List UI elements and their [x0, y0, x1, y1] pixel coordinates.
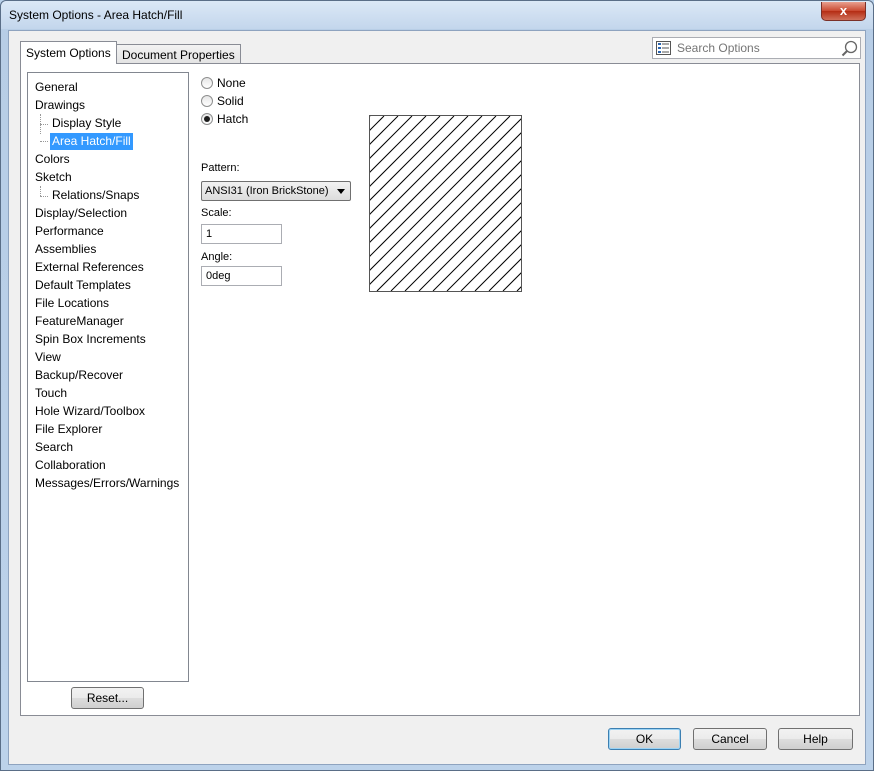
close-button[interactable]: x [821, 2, 866, 21]
tree-item-general[interactable]: General [33, 79, 80, 96]
tree-item-file-explorer[interactable]: File Explorer [33, 421, 104, 438]
tree-item-external-references[interactable]: External References [33, 259, 146, 276]
tree-item-sketch[interactable]: Sketch [33, 169, 74, 186]
options-tree[interactable]: General Drawings Display Style Area Hatc… [27, 72, 189, 682]
tree-item-touch[interactable]: Touch [33, 385, 69, 402]
tree-item-relations-snaps[interactable]: Relations/Snaps [50, 187, 141, 204]
tree-item-file-locations[interactable]: File Locations [33, 295, 111, 312]
tree-connector [40, 186, 41, 196]
radio-label: Solid [217, 94, 244, 108]
tree-item-messages-errors-warnings[interactable]: Messages/Errors/Warnings [33, 475, 181, 492]
window-title: System Options - Area Hatch/Fill [9, 8, 183, 22]
pattern-label: Pattern: [201, 162, 240, 174]
tree-item-display-style[interactable]: Display Style [50, 115, 123, 132]
hatch-pattern-graphic [370, 116, 521, 291]
radio-circle-icon [201, 95, 213, 107]
ok-button[interactable]: OK [608, 728, 681, 750]
radio-circle-icon [201, 77, 213, 89]
tab-label: Document Properties [122, 48, 235, 62]
search-box [652, 37, 861, 59]
tab-document-properties[interactable]: Document Properties [116, 44, 241, 64]
tree-item-assemblies[interactable]: Assemblies [33, 241, 98, 258]
dialog-client: System Options Document Properties Searc… [8, 30, 866, 765]
options-panel: General Drawings Display Style Area Hatc… [20, 63, 860, 716]
tree-item-performance[interactable]: Performance [33, 223, 106, 240]
cancel-button[interactable]: Cancel [693, 728, 767, 750]
tree-item-default-templates[interactable]: Default Templates [33, 277, 133, 294]
magnifier-icon[interactable] [841, 40, 858, 57]
tab-system-options[interactable]: System Options [20, 41, 117, 64]
tab-label: System Options [26, 46, 111, 60]
radio-label: Hatch [217, 112, 249, 126]
tree-connector [40, 124, 48, 125]
help-button[interactable]: Help [778, 728, 853, 750]
tree-item-display-selection[interactable]: Display/Selection [33, 205, 129, 222]
angle-label: Angle: [201, 251, 233, 263]
tree-connector [40, 196, 48, 197]
scale-label: Scale: [201, 207, 232, 219]
radio-label: None [217, 76, 246, 90]
pattern-select[interactable]: ANSI31 (Iron BrickStone) [201, 181, 351, 201]
scale-input[interactable]: 1 [201, 224, 282, 244]
search-input[interactable] [675, 39, 835, 57]
angle-input[interactable]: 0deg [201, 266, 282, 286]
hatch-preview [369, 115, 522, 292]
tree-item-spin-box-increments[interactable]: Spin Box Increments [33, 331, 148, 348]
tree-item-view[interactable]: View [33, 349, 63, 366]
tree-item-drawings[interactable]: Drawings [33, 97, 87, 114]
tree-item-area-hatch-fill[interactable]: Area Hatch/Fill [50, 133, 133, 150]
tree-connector [40, 141, 48, 142]
options-dialog: System Options - Area Hatch/Fill x Syste… [0, 0, 874, 771]
tree-item-hole-wizard-toolbox[interactable]: Hole Wizard/Toolbox [33, 403, 147, 420]
close-icon: x [839, 3, 848, 18]
reset-button[interactable]: Reset... [71, 687, 144, 709]
search-options-icon[interactable] [656, 41, 671, 55]
tree-item-search[interactable]: Search [33, 439, 75, 456]
tree-item-colors[interactable]: Colors [33, 151, 72, 168]
title-bar[interactable]: System Options - Area Hatch/Fill x [1, 1, 873, 29]
tree-item-collaboration[interactable]: Collaboration [33, 457, 108, 474]
radio-selected-icon [201, 113, 213, 125]
tree-item-backup-recover[interactable]: Backup/Recover [33, 367, 125, 384]
pattern-value: ANSI31 (Iron BrickStone) [205, 185, 329, 197]
tree-item-featuremanager[interactable]: FeatureManager [33, 313, 126, 330]
chevron-down-icon [337, 189, 345, 194]
